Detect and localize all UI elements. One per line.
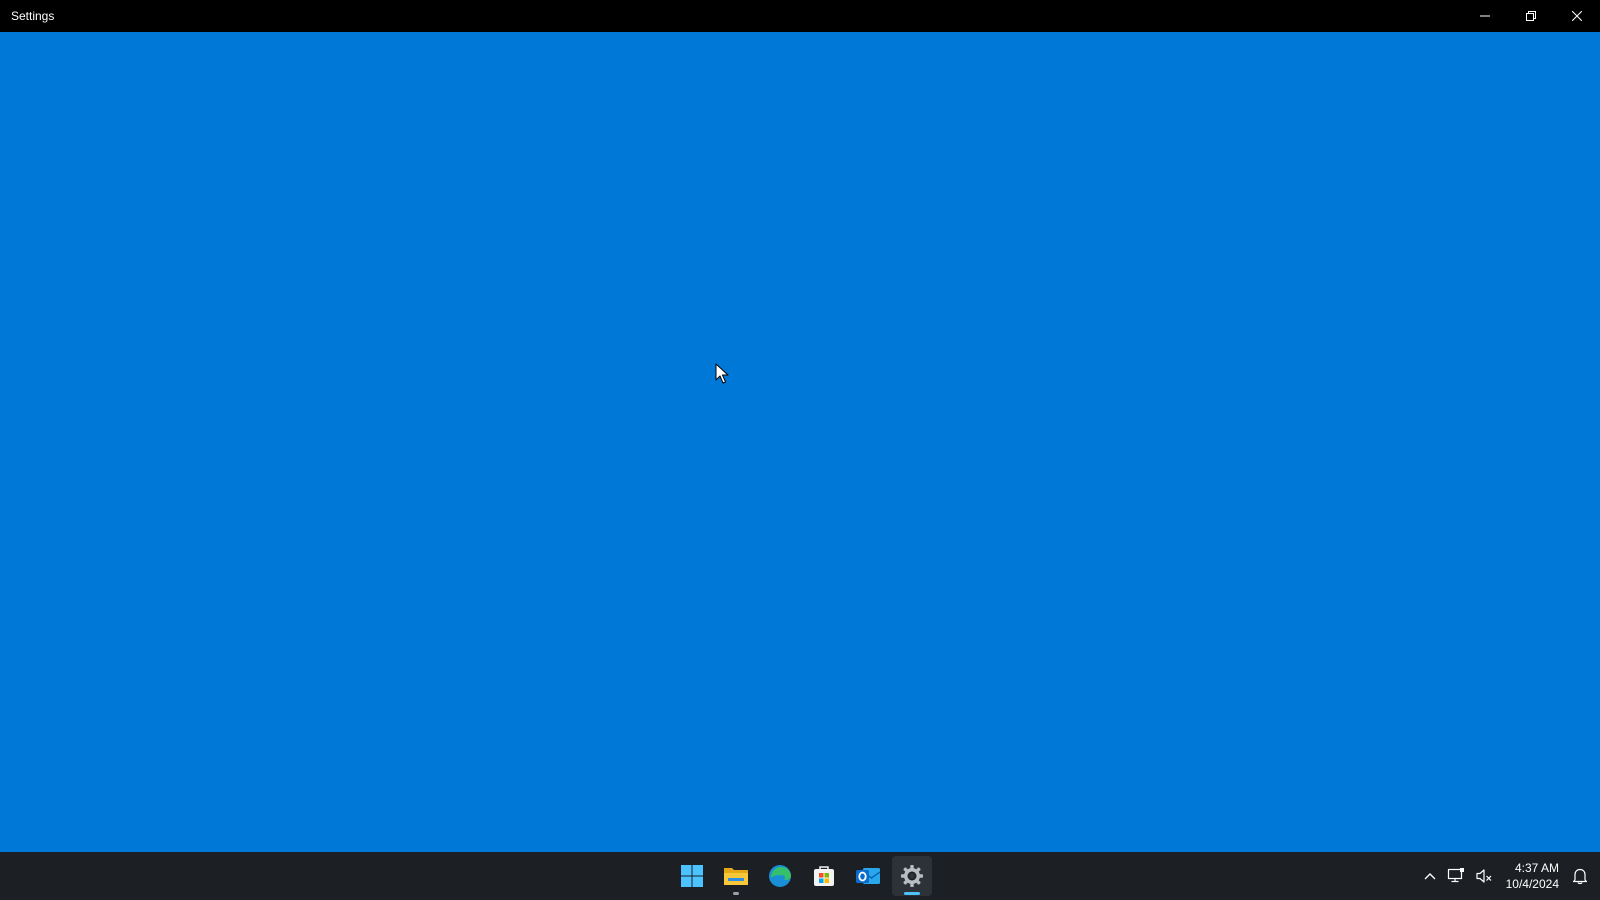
minimize-icon	[1480, 15, 1490, 17]
taskbar-file-explorer[interactable]	[716, 856, 756, 896]
close-button[interactable]	[1554, 0, 1600, 32]
volume-button[interactable]	[1470, 856, 1498, 896]
window-title: Settings	[11, 9, 55, 23]
notifications-button[interactable]	[1567, 856, 1600, 896]
taskbar-store[interactable]	[804, 856, 844, 896]
focus-indicator	[904, 892, 920, 895]
store-icon	[814, 866, 834, 886]
chevron-up-icon	[1424, 873, 1436, 880]
folder-icon	[724, 868, 748, 885]
outlook-icon	[856, 868, 881, 884]
network-button[interactable]	[1442, 856, 1470, 896]
restore-icon	[1526, 11, 1536, 21]
mouse-cursor-icon	[715, 363, 729, 384]
taskbar: 4:37 AM 10/4/2024	[0, 852, 1600, 900]
clock-date: 10/4/2024	[1505, 877, 1559, 891]
edge-icon	[769, 865, 791, 887]
window-controls	[1462, 0, 1600, 32]
open-indicator	[733, 892, 739, 895]
taskbar-edge[interactable]	[760, 856, 800, 896]
windows-logo-icon	[681, 865, 703, 887]
taskbar-start-button[interactable]	[672, 856, 712, 896]
clock-time: 4:37 AM	[1514, 861, 1559, 875]
restore-button[interactable]	[1508, 0, 1554, 32]
volume-muted-icon	[1476, 869, 1492, 883]
settings-content-area	[0, 32, 1600, 852]
taskbar-pinned-apps	[670, 852, 934, 900]
title-bar: Settings	[0, 0, 1600, 32]
taskbar-outlook[interactable]	[848, 856, 888, 896]
taskbar-clock[interactable]: 4:37 AM 10/4/2024	[1498, 860, 1567, 892]
minimize-button[interactable]	[1462, 0, 1508, 32]
network-icon	[1447, 868, 1464, 883]
system-tray: 4:37 AM 10/4/2024	[1418, 852, 1600, 900]
taskbar-settings[interactable]	[892, 856, 932, 896]
show-hidden-icons-button[interactable]	[1418, 856, 1442, 896]
bell-icon	[1572, 868, 1588, 885]
gear-icon	[901, 865, 923, 887]
close-icon	[1572, 11, 1582, 21]
